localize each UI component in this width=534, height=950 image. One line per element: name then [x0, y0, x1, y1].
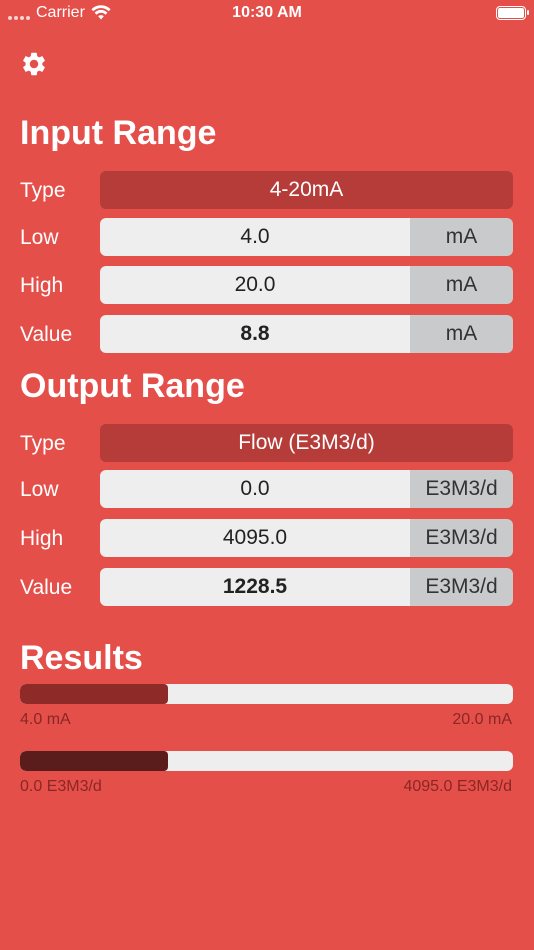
output-range-title: Output Range	[20, 367, 245, 405]
input-low-label: Low	[20, 226, 59, 249]
input-progress-fill	[20, 684, 168, 704]
input-value-unit: mA	[410, 315, 513, 353]
output-max-caption: 4095.0 E3M3/d	[403, 778, 512, 795]
output-low-field[interactable]: 0.0	[100, 470, 410, 508]
output-low-row: Low 0.0 E3M3/d	[20, 470, 514, 508]
status-bar: Carrier 10:30 AM	[0, 0, 534, 28]
input-type-label: Type	[20, 179, 66, 202]
output-min-caption: 0.0 E3M3/d	[20, 778, 102, 795]
output-progress-bar	[20, 751, 513, 771]
input-low-unit: mA	[410, 218, 513, 256]
output-high-row: High 4095.0 E3M3/d	[20, 519, 514, 557]
input-high-unit: mA	[410, 266, 513, 304]
output-high-label: High	[20, 527, 64, 550]
input-high-field[interactable]: 20.0	[100, 266, 410, 304]
output-high-field[interactable]: 4095.0	[100, 519, 410, 557]
gear-icon[interactable]	[20, 50, 48, 78]
output-type-label: Type	[20, 432, 66, 455]
input-range-title: Input Range	[20, 114, 217, 152]
results-title: Results	[20, 639, 143, 677]
input-high-label: High	[20, 274, 64, 297]
output-low-unit: E3M3/d	[410, 470, 513, 508]
input-value-field[interactable]: 8.8	[100, 315, 410, 353]
input-value-row: Value 8.8 mA	[20, 315, 514, 353]
input-high-row: High 20.0 mA	[20, 266, 514, 304]
output-value-field[interactable]: 1228.5	[100, 568, 410, 606]
output-progress-fill	[20, 751, 168, 771]
input-type-row: Type 4-20mA	[20, 171, 514, 209]
input-type-select[interactable]: 4-20mA	[100, 171, 513, 209]
output-high-unit: E3M3/d	[410, 519, 513, 557]
output-value-unit: E3M3/d	[410, 568, 513, 606]
input-value-label: Value	[20, 323, 73, 346]
output-value-row: Value 1228.5 E3M3/d	[20, 568, 514, 606]
output-low-label: Low	[20, 478, 59, 501]
status-time: 10:30 AM	[232, 4, 302, 21]
output-type-select[interactable]: Flow (E3M3/d)	[100, 424, 513, 462]
input-max-caption: 20.0 mA	[452, 711, 512, 728]
battery-icon	[496, 6, 529, 20]
input-progress-bar	[20, 684, 513, 704]
output-value-label: Value	[20, 576, 73, 599]
input-min-caption: 4.0 mA	[20, 711, 71, 728]
input-low-row: Low 4.0 mA	[20, 218, 514, 256]
output-type-row: Type Flow (E3M3/d)	[20, 424, 514, 462]
input-low-field[interactable]: 4.0	[100, 218, 410, 256]
